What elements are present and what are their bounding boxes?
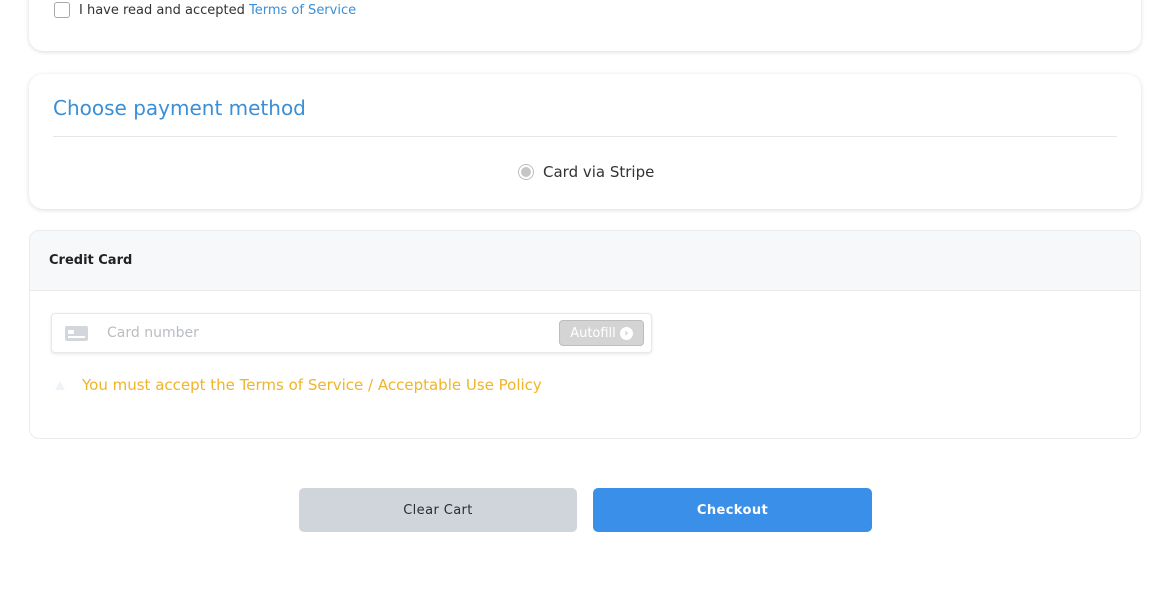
terms-warning: You must accept the Terms of Service / A… <box>55 374 542 396</box>
stripe-radio[interactable] <box>518 164 534 180</box>
clear-cart-button[interactable]: Clear Cart <box>299 488 577 532</box>
payment-divider <box>53 136 1117 137</box>
checkout-button[interactable]: Checkout <box>593 488 872 532</box>
credit-card-panel: Credit Card Autofill › You must accept t… <box>29 230 1141 439</box>
payment-method-card: Choose payment method Card via Stripe <box>29 74 1141 209</box>
credit-card-header: Credit Card <box>30 231 1140 291</box>
chevron-right-circle-icon: › <box>619 326 633 340</box>
payment-method-title: Choose payment method <box>53 96 306 120</box>
terms-warning-text: You must accept the Terms of Service / A… <box>82 376 542 394</box>
card-number-field: Autofill › <box>51 313 652 353</box>
card-number-input[interactable] <box>107 325 559 341</box>
warning-triangle-icon <box>55 380 65 390</box>
autofill-label: Autofill <box>570 325 616 341</box>
credit-card-icon <box>65 325 88 341</box>
autofill-button[interactable]: Autofill › <box>559 320 644 346</box>
terms-label: I have read and accepted Terms of Servic… <box>79 3 356 18</box>
credit-card-title: Credit Card <box>49 253 133 268</box>
terms-checkbox[interactable] <box>54 2 70 18</box>
terms-of-service-link[interactable]: Terms of Service <box>249 3 356 18</box>
terms-card: I have read and accepted Terms of Servic… <box>29 0 1141 51</box>
terms-label-text: I have read and accepted <box>79 2 249 18</box>
payment-option-stripe[interactable]: Card via Stripe <box>518 162 654 182</box>
payment-option-label: Card via Stripe <box>543 163 655 181</box>
terms-row: I have read and accepted Terms of Servic… <box>54 0 356 20</box>
